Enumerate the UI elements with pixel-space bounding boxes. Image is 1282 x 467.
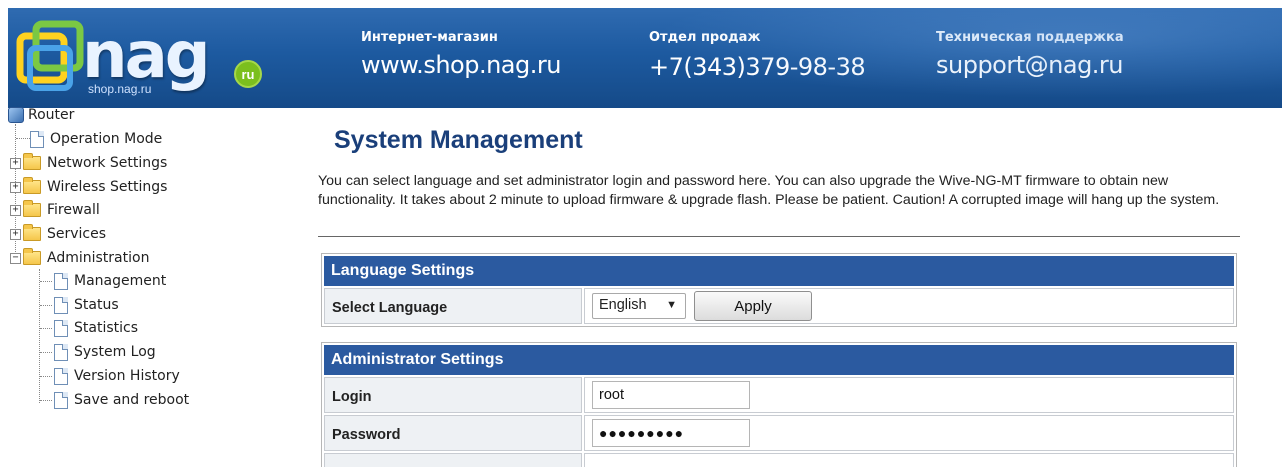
password-label: Password xyxy=(324,415,582,451)
page-title: System Management xyxy=(334,126,583,154)
tree-root-router[interactable]: Router xyxy=(8,104,74,126)
expand-icon[interactable]: + xyxy=(10,181,21,193)
router-icon xyxy=(8,107,24,123)
select-language-label: Select Language xyxy=(324,288,582,324)
tree-item-firewall[interactable]: + Firewall xyxy=(10,199,100,221)
contact-sales-value[interactable]: +7(343)379-98-38 xyxy=(649,53,866,81)
tree-item-label: Version History xyxy=(74,368,180,384)
expand-icon[interactable]: + xyxy=(10,157,21,169)
tree-item-save-and-reboot[interactable]: Save and reboot xyxy=(54,389,189,411)
contact-shop[interactable]: Интернет-магазин www.shop.nag.ru xyxy=(361,30,561,79)
tree-item-label: Administration xyxy=(47,250,150,266)
page-icon xyxy=(54,391,68,409)
tree-connector xyxy=(40,281,52,282)
apply-button[interactable]: Apply xyxy=(694,291,812,321)
contact-support[interactable]: Техническая поддержка support@nag.ru xyxy=(936,30,1124,79)
language-settings-section: Language Settings Select Language Englis… xyxy=(321,253,1237,327)
tree-item-statistics[interactable]: Statistics xyxy=(54,317,138,339)
folder-icon xyxy=(23,200,41,217)
nag-logo[interactable]: nag shop.nag.ru ru xyxy=(16,20,268,100)
language-settings-heading: Language Settings xyxy=(324,256,1234,286)
administrator-settings-section: Administrator Settings Login root Passwo… xyxy=(321,342,1237,467)
language-select[interactable]: English ▼ xyxy=(592,293,686,319)
tree-root-label: Router xyxy=(28,107,75,123)
tree-connector xyxy=(40,305,52,306)
login-control: root xyxy=(584,377,1234,413)
folder-icon xyxy=(23,153,41,170)
page-icon xyxy=(54,367,68,385)
page-description: You can select language and set administ… xyxy=(318,173,1220,208)
contact-support-value[interactable]: support@nag.ru xyxy=(936,51,1124,79)
tree-item-label: Network Settings xyxy=(47,155,168,171)
site-header-banner: nag shop.nag.ru ru Интернет-магазин www.… xyxy=(8,8,1282,108)
tree-item-management[interactable]: Management xyxy=(54,270,166,292)
next-row-control xyxy=(584,453,1234,467)
tree-item-wireless-settings[interactable]: + Wireless Settings xyxy=(10,176,167,198)
collapse-icon[interactable]: − xyxy=(10,252,21,264)
expand-icon[interactable]: + xyxy=(10,228,21,240)
login-row: Login root xyxy=(324,377,1234,413)
next-row-partial xyxy=(324,453,1234,467)
tree-connector xyxy=(40,400,52,401)
tree-item-label: Save and reboot xyxy=(74,392,190,408)
login-input[interactable]: root xyxy=(592,381,750,409)
page-icon xyxy=(54,319,68,337)
login-label: Login xyxy=(324,377,582,413)
tree-connector xyxy=(16,138,30,139)
tree-item-administration[interactable]: − Administration xyxy=(10,247,149,269)
folder-icon xyxy=(23,177,41,194)
tree-item-label: Status xyxy=(74,297,119,313)
divider xyxy=(318,236,1240,237)
tree-item-label: System Log xyxy=(74,344,156,360)
password-row: Password ●●●●●●●●● xyxy=(324,415,1234,451)
tree-item-operation-mode[interactable]: Operation Mode xyxy=(30,128,162,150)
select-language-row: Select Language English ▼ Apply xyxy=(324,288,1234,324)
logo-subtitle: shop.nag.ru xyxy=(88,82,152,96)
select-language-control: English ▼ Apply xyxy=(584,288,1234,324)
contact-shop-label: Интернет-магазин xyxy=(361,30,498,45)
tree-connector xyxy=(40,376,52,377)
dropdown-arrow-icon: ▼ xyxy=(666,299,677,311)
password-control: ●●●●●●●●● xyxy=(584,415,1234,451)
page-icon xyxy=(54,272,68,290)
contact-support-label: Техническая поддержка xyxy=(936,30,1124,45)
administrator-settings-heading: Administrator Settings xyxy=(324,345,1234,375)
tree-connector xyxy=(39,269,40,403)
tree-item-label: Services xyxy=(47,226,107,242)
tree-item-version-history[interactable]: Version History xyxy=(54,365,180,387)
page-icon xyxy=(54,343,68,361)
tree-connector xyxy=(40,352,52,353)
tree-item-services[interactable]: + Services xyxy=(10,223,106,245)
page-icon xyxy=(30,130,44,148)
password-input[interactable]: ●●●●●●●●● xyxy=(592,419,750,447)
contact-sales[interactable]: Отдел продаж +7(343)379-98-38 xyxy=(649,30,866,81)
language-selected-value: English xyxy=(599,297,647,313)
page-icon xyxy=(54,296,68,314)
tree-item-label: Operation Mode xyxy=(50,131,163,147)
expand-icon[interactable]: + xyxy=(10,204,21,216)
tree-item-label: Wireless Settings xyxy=(47,179,168,195)
tree-item-system-log[interactable]: System Log xyxy=(54,341,156,363)
contact-shop-value[interactable]: www.shop.nag.ru xyxy=(361,51,561,79)
tree-connector xyxy=(40,328,52,329)
folder-open-icon xyxy=(23,248,41,265)
tree-item-status[interactable]: Status xyxy=(54,294,119,316)
logo-ru-badge: ru xyxy=(234,60,262,88)
tree-item-label: Statistics xyxy=(74,320,138,336)
folder-icon xyxy=(23,224,41,241)
logo-squares-icon xyxy=(16,20,84,91)
tree-item-label: Management xyxy=(74,273,167,289)
tree-item-label: Firewall xyxy=(47,202,100,218)
next-row-label xyxy=(324,453,582,467)
contact-sales-label: Отдел продаж xyxy=(649,30,761,45)
logo-wordmark: nag xyxy=(82,19,211,93)
tree-item-network-settings[interactable]: + Network Settings xyxy=(10,152,167,174)
